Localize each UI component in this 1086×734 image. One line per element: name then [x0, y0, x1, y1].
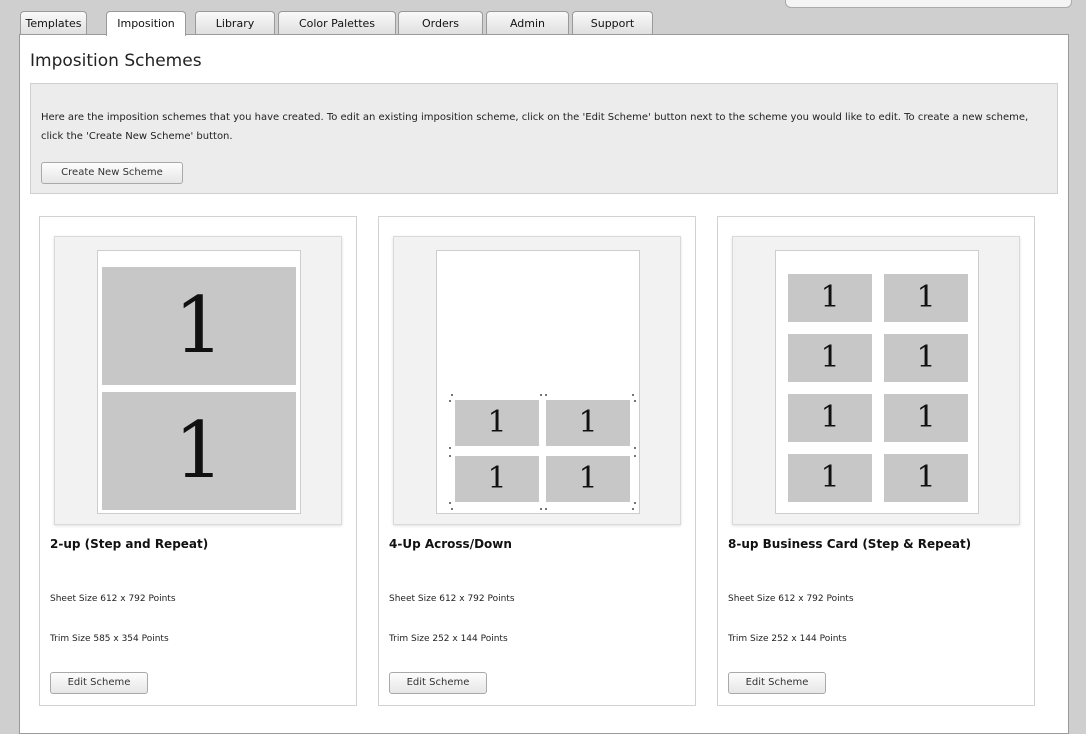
crop-mark — [449, 455, 451, 457]
trim-size: Trim Size 252 x 144 Points — [728, 634, 847, 644]
edit-scheme-button[interactable]: Edit Scheme — [50, 672, 148, 694]
sheet-preview: 1 1 1 1 1 1 1 1 — [775, 250, 979, 514]
content-panel: Imposition Schemes Here are the impositi… — [19, 34, 1069, 734]
sheet-size: Sheet Size 612 x 792 Points — [728, 594, 854, 604]
crop-mark — [540, 508, 542, 510]
crop-mark — [634, 447, 636, 449]
scheme-preview: 1 1 1 1 — [393, 236, 681, 525]
imposition-cell: 1 — [884, 274, 968, 322]
imposition-cell: 1 — [102, 267, 296, 385]
edit-scheme-button[interactable]: Edit Scheme — [728, 672, 826, 694]
crop-mark — [634, 400, 636, 402]
crop-mark — [632, 508, 634, 510]
imposition-cell: 1 — [884, 394, 968, 442]
tab-orders[interactable]: Orders — [398, 11, 483, 35]
imposition-cell: 1 — [788, 454, 872, 502]
page-title: Imposition Schemes — [30, 51, 202, 71]
imposition-cell: 1 — [455, 400, 539, 446]
imposition-cell: 1 — [455, 456, 539, 502]
scheme-preview: 1 1 — [54, 236, 342, 525]
sheet-size: Sheet Size 612 x 792 Points — [50, 594, 176, 604]
imposition-cell: 1 — [884, 454, 968, 502]
scheme-name: 4-Up Across/Down — [389, 537, 512, 551]
crop-mark — [632, 394, 634, 396]
top-search-field[interactable] — [785, 0, 1072, 8]
crop-mark — [540, 394, 542, 396]
imposition-cell: 1 — [788, 394, 872, 442]
imposition-cell: 1 — [546, 400, 630, 446]
tab-admin[interactable]: Admin — [486, 11, 569, 35]
sheet-preview: 1 1 1 1 — [436, 250, 640, 514]
edit-scheme-button[interactable]: Edit Scheme — [389, 672, 487, 694]
crop-mark — [451, 508, 453, 510]
scheme-name: 8-up Business Card (Step & Repeat) — [728, 537, 972, 551]
sheet-size: Sheet Size 612 x 792 Points — [389, 594, 515, 604]
intro-text: Here are the imposition schemes that you… — [41, 112, 1029, 142]
scheme-name: 2-up (Step and Repeat) — [50, 537, 209, 551]
crop-mark — [545, 394, 547, 396]
crop-mark — [634, 455, 636, 457]
info-box: Here are the imposition schemes that you… — [30, 83, 1058, 194]
tab-templates[interactable]: Templates — [20, 11, 87, 35]
imposition-cell: 1 — [788, 274, 872, 322]
tab-library[interactable]: Library — [195, 11, 275, 35]
crop-mark — [449, 400, 451, 402]
create-new-scheme-button[interactable]: Create New Scheme — [41, 162, 183, 184]
tab-color-palettes[interactable]: Color Palettes — [278, 11, 396, 35]
imposition-cell: 1 — [884, 334, 968, 382]
trim-size: Trim Size 585 x 354 Points — [50, 634, 169, 644]
tab-imposition[interactable]: Imposition — [106, 11, 186, 36]
scheme-preview: 1 1 1 1 1 1 1 1 — [732, 236, 1020, 525]
sheet-preview: 1 1 — [97, 250, 301, 514]
crop-mark — [545, 508, 547, 510]
imposition-cell: 1 — [788, 334, 872, 382]
crop-mark — [634, 502, 636, 504]
scheme-card: 1 1 1 1 4-Up Across/Down Sheet Size 612 … — [378, 216, 696, 706]
trim-size: Trim Size 252 x 144 Points — [389, 634, 508, 644]
imposition-cell: 1 — [546, 456, 630, 502]
scheme-card: 1 1 1 1 1 1 1 1 8-up Business Card (Step… — [717, 216, 1035, 706]
crop-mark — [449, 447, 451, 449]
crop-mark — [449, 502, 451, 504]
crop-mark — [451, 394, 453, 396]
scheme-card: 1 1 2-up (Step and Repeat) Sheet Size 61… — [39, 216, 357, 706]
imposition-cell: 1 — [102, 392, 296, 510]
tab-support[interactable]: Support — [572, 11, 653, 35]
